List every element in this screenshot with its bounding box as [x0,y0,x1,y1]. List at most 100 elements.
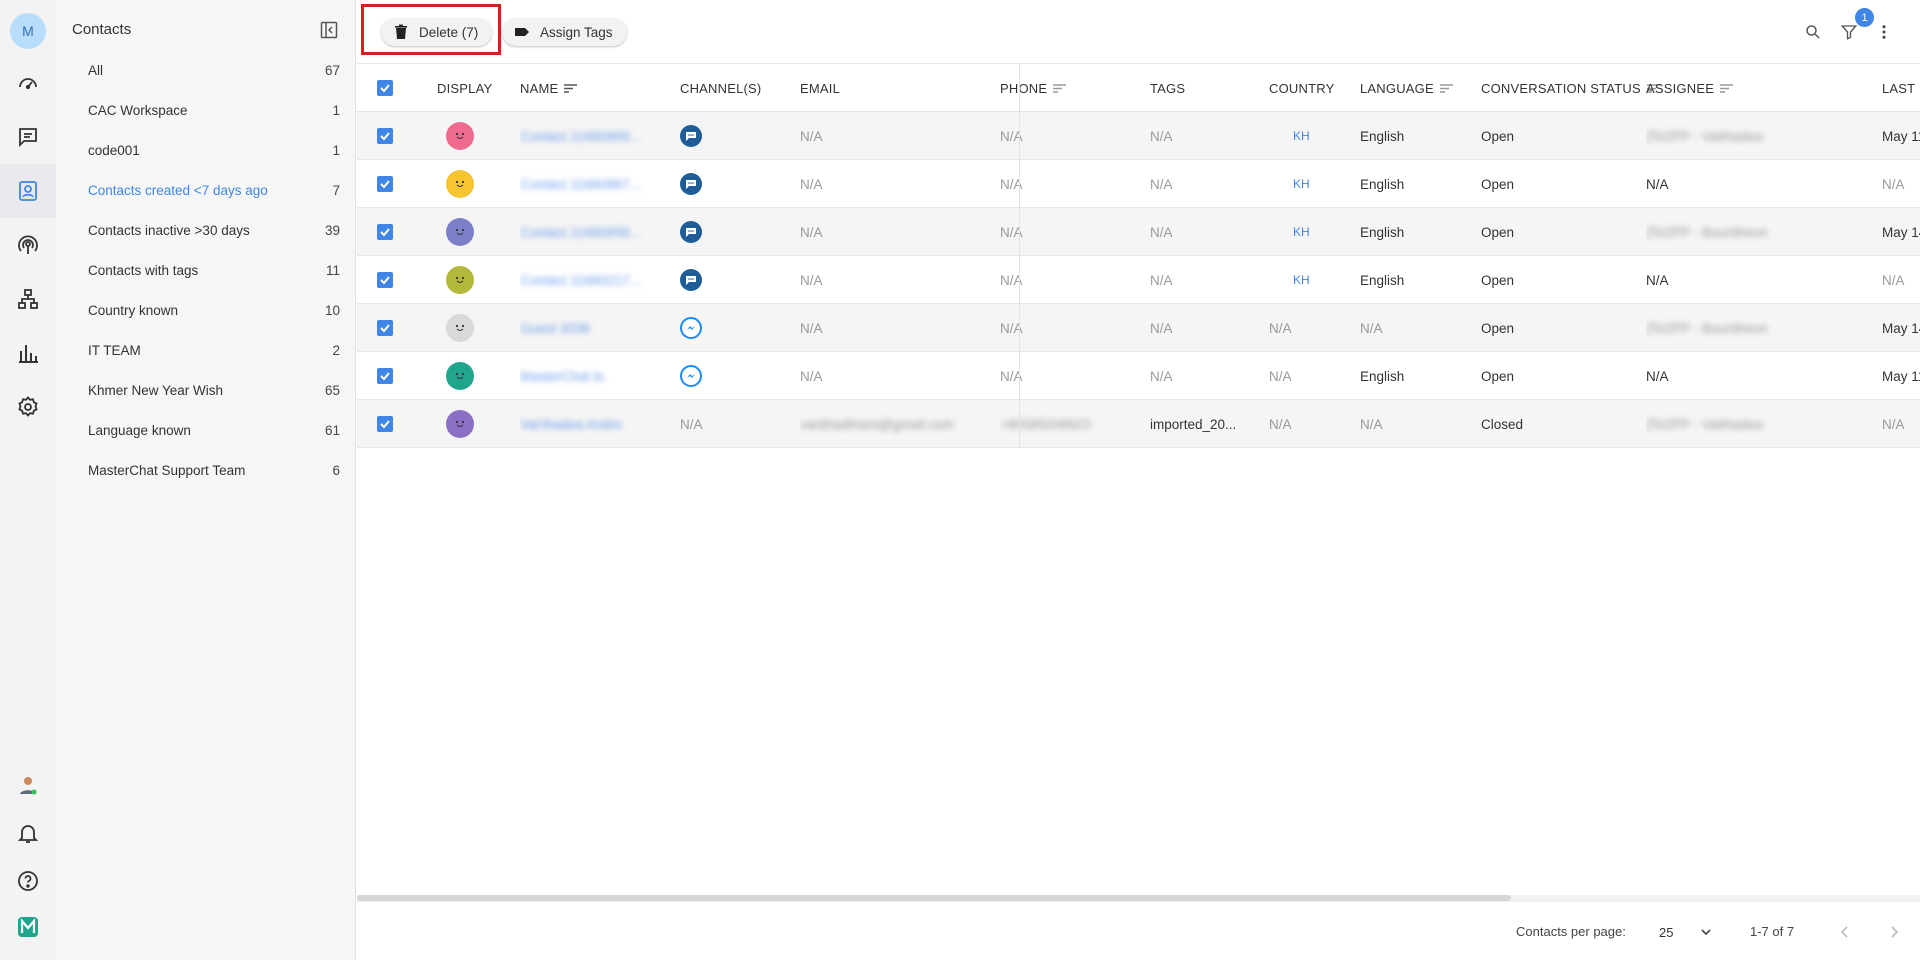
row-checkbox[interactable] [377,304,393,352]
contact-name[interactable]: Vat'thadea Andre [520,400,670,448]
table-row[interactable]: Contact 11660217... N/A N/A N/A KH English Ope… [357,256,1920,304]
workflow-icon[interactable] [0,272,56,326]
segment-item[interactable]: Language known 61 [56,410,356,450]
segment-item[interactable]: Country known 10 [56,290,356,330]
row-checkbox[interactable] [377,112,393,160]
segment-count: 1 [332,142,340,158]
phone-cell: N/A [1000,112,1140,160]
table-row[interactable]: Vat'thadea Andre N/A vanthadthara@gmail.co… [357,400,1920,448]
segment-item[interactable]: IT TEAM 2 [56,330,356,370]
per-page-select[interactable]: 25 [1659,920,1713,944]
row-checkbox[interactable] [377,400,393,448]
table-header: DISPLAY NAME CHANNEL(S) EMAIL PHONE TAGS… [357,64,1920,112]
table-row[interactable]: Guest 3038 N/A N/A N/A N/A N/A Open 25/2PP - Bo… [357,304,1920,352]
more-options-icon[interactable] [1872,20,1896,44]
segment-count: 10 [324,302,340,318]
contact-name-text: Contact 11660217... [520,272,641,288]
prev-page-button[interactable] [1835,922,1855,942]
header-assignee-label: ASSIGNEE [1646,80,1715,96]
frozen-column-divider [1019,64,1020,448]
header-channels: CHANNEL(S) [680,80,762,96]
language-value: English [1360,176,1405,192]
table-row[interactable]: Contact 11660869... N/A N/A N/A KH English Ope… [357,112,1920,160]
tags-cell: N/A [1150,304,1260,352]
contact-name-text: Contact 11660869... [520,128,641,144]
segment-item[interactable]: CAC Workspace 1 [56,90,356,130]
contact-name-text: Contact 11660858... [520,224,641,240]
status-value: Open [1481,224,1515,240]
segment-item[interactable]: code001 1 [56,130,356,170]
assignee-cell: N/A [1646,352,1806,400]
table-row[interactable]: Contact 11660858... N/A N/A N/A KH English Ope… [357,208,1920,256]
table-row[interactable]: MasterChat ts N/A N/A N/A N/A English Open N/A M… [357,352,1920,400]
segment-count: 2 [332,342,340,358]
status-value: Closed [1481,416,1524,432]
bell-icon[interactable] [0,806,56,860]
segment-count: 39 [324,222,340,238]
table-row[interactable]: Contact 11660867... N/A N/A N/A KH English Ope… [357,160,1920,208]
contact-name-text: Guest 3038 [520,320,590,336]
contacts-table: DISPLAY NAME CHANNEL(S) EMAIL PHONE TAGS… [357,64,1920,448]
avatar [446,256,474,304]
segments-panel: Contacts All 67 CAC Workspace 1 code001 1 Cont… [56,0,356,960]
status-cell: Open [1481,112,1514,160]
reports-icon[interactable] [0,326,56,380]
assignee-value: 25/2PP - Vatthadea [1646,128,1763,144]
user-avatar[interactable] [0,758,56,812]
phone-cell: N/A [1000,352,1140,400]
dashboard-icon[interactable] [0,56,56,110]
contact-name[interactable]: Contact 11660869... [520,112,670,160]
pagination-footer: Contacts per page: 25 1-7 of 7 [357,901,1920,960]
header-assignee[interactable]: ASSIGNEE [1646,64,1734,112]
row-checkbox[interactable] [377,256,393,304]
row-checkbox[interactable] [377,208,393,256]
last-value: May 11 [1882,368,1920,384]
contact-name[interactable]: MasterChat ts [520,352,670,400]
livechat-icon [680,269,702,291]
header-conversation-status[interactable]: CONVERSATION STATUS [1481,64,1660,112]
status-cell: Open [1481,352,1514,400]
row-checkbox[interactable] [377,160,393,208]
filter-count-badge: 1 [1855,8,1874,27]
segment-item[interactable]: Contacts created <7 days ago 7 [56,170,356,210]
contact-name[interactable]: Guest 3038 [520,304,670,352]
segment-item[interactable]: Contacts inactive >30 days 39 [56,210,356,250]
chat-icon[interactable] [0,110,56,164]
next-page-button[interactable] [1884,922,1904,942]
segment-label: code001 [88,142,140,158]
segment-label: Contacts created <7 days ago [88,182,268,198]
search-icon[interactable] [1801,20,1825,44]
collapse-panel-icon[interactable] [320,21,338,39]
assign-tags-button[interactable]: Assign Tags [502,18,627,46]
segment-item[interactable]: All 67 [56,50,356,90]
broadcast-icon[interactable] [0,218,56,272]
header-name[interactable]: NAME [520,64,578,112]
segment-label: Contacts with tags [88,262,199,278]
segment-item[interactable]: Contacts with tags 11 [56,250,356,290]
header-language[interactable]: LANGUAGE [1360,64,1453,112]
workspace-avatar[interactable]: M [10,13,46,49]
contact-name-text: MasterChat ts [520,368,605,384]
sort-icon [1439,83,1453,93]
select-all-checkbox[interactable] [377,64,393,112]
last-cell: May 11 [1882,352,1920,400]
segment-label: MasterChat Support Team [88,462,246,478]
contact-name[interactable]: Contact 11660217... [520,256,670,304]
segment-item[interactable]: Khmer New Year Wish 65 [56,370,356,410]
contacts-icon[interactable] [0,164,56,218]
chevron-right-icon [1891,926,1899,938]
contact-name[interactable]: Contact 11660858... [520,208,670,256]
country-cell: N/A [1269,304,1292,352]
status-cell: Open [1481,208,1514,256]
status-value: Open [1481,176,1515,192]
header-phone[interactable]: PHONE [1000,64,1067,112]
segment-item[interactable]: MasterChat Support Team 6 [56,450,356,490]
tags-value: N/A [1150,224,1173,240]
last-cell: N/A [1882,160,1905,208]
row-checkbox[interactable] [377,352,393,400]
settings-icon[interactable] [0,380,56,434]
contact-name[interactable]: Contact 11660867... [520,160,670,208]
assignee-value: N/A [1646,176,1669,192]
language-cell: English [1360,352,1404,400]
contact-name-text: Contact 11660867... [520,176,641,192]
